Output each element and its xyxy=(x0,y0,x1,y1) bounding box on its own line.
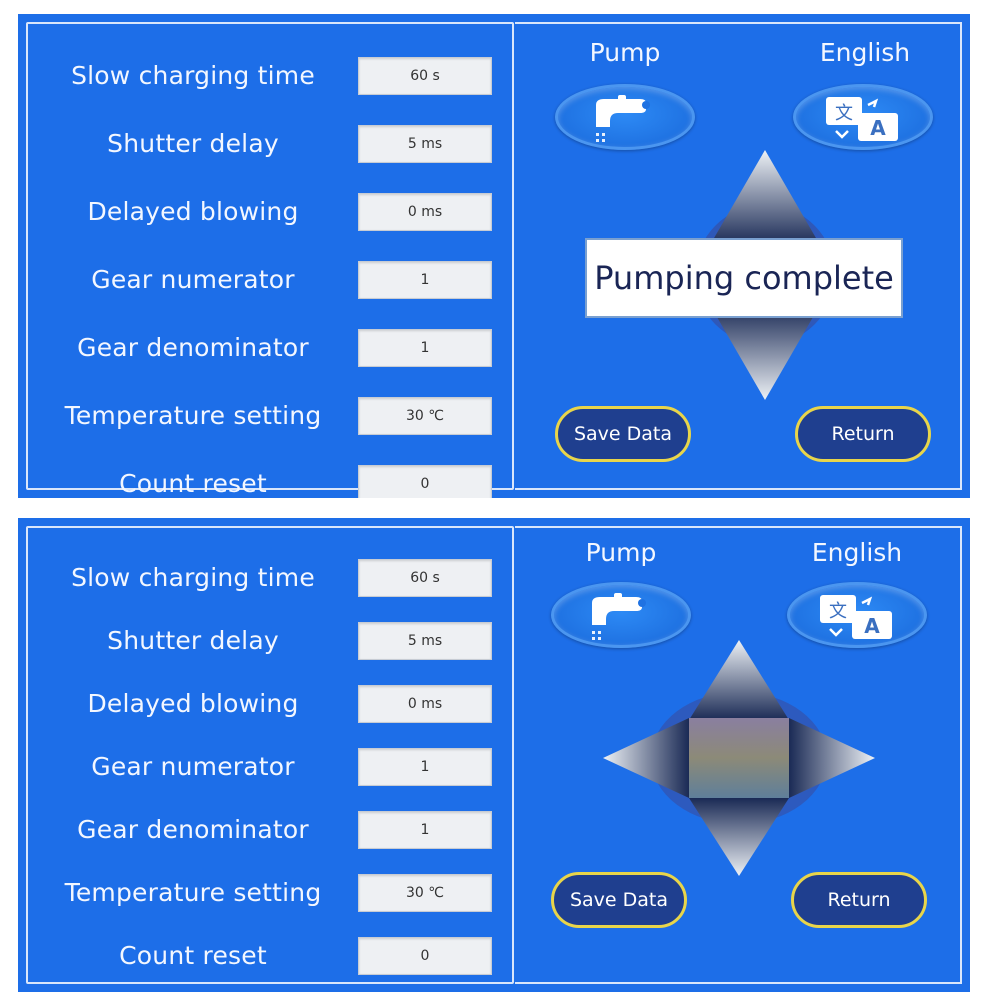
param-row-gear-denominator: Gear denominator 1 xyxy=(28,810,514,850)
param-value-field[interactable]: 0 xyxy=(358,937,492,975)
save-data-button[interactable]: Save Data xyxy=(551,872,687,928)
param-value-field[interactable]: 1 xyxy=(358,329,492,367)
svg-text:文: 文 xyxy=(835,103,853,124)
hmi-screen: Slow charging time 60 s Shutter delay 5 … xyxy=(18,518,970,992)
param-value-field[interactable]: 5 ms xyxy=(358,622,492,660)
pump-label: Pump xyxy=(585,538,657,567)
param-row-shutter-delay: Shutter delay 5 ms xyxy=(28,124,514,164)
param-value-field[interactable]: 1 xyxy=(358,748,492,786)
svg-text:文: 文 xyxy=(829,601,847,622)
param-value-field[interactable]: 60 s xyxy=(358,559,492,597)
return-button[interactable]: Return xyxy=(795,406,931,462)
translate-icon: 文 A xyxy=(820,595,892,639)
param-label: Count reset xyxy=(119,941,267,970)
language-label: English xyxy=(819,38,911,67)
svg-text:A: A xyxy=(870,116,886,140)
param-row-count-reset: Count reset 0 xyxy=(28,464,514,498)
param-row-delayed-blowing: Delayed blowing 0 ms xyxy=(28,684,514,724)
param-row-gear-numerator: Gear numerator 1 xyxy=(28,747,514,787)
faucet-icon xyxy=(596,95,650,142)
param-value-field[interactable]: 30 ℃ xyxy=(358,397,492,435)
param-label: Delayed blowing xyxy=(87,689,299,718)
param-row-shutter-delay: Shutter delay 5 ms xyxy=(28,621,514,661)
param-label: Slow charging time xyxy=(71,563,315,592)
language-label: English xyxy=(811,538,903,567)
param-row-temperature-setting: Temperature setting 30 ℃ xyxy=(28,396,514,436)
param-row-gear-denominator: Gear denominator 1 xyxy=(28,328,514,368)
faucet-icon xyxy=(592,593,646,640)
language-button[interactable]: 文 A xyxy=(787,582,927,648)
param-value-field[interactable]: 30 ℃ xyxy=(358,874,492,912)
param-value-field[interactable]: 60 s xyxy=(358,57,492,95)
translate-icon: 文 A xyxy=(826,97,898,141)
hmi-screen-popup: Slow charging time 60 s Shutter delay 5 … xyxy=(18,14,970,498)
param-label: Delayed blowing xyxy=(87,197,299,226)
param-row-slow-charging-time: Slow charging time 60 s xyxy=(28,56,514,96)
parameter-panel: Slow charging time 60 s Shutter delay 5 … xyxy=(26,526,514,984)
param-label: Gear numerator xyxy=(91,752,295,781)
return-button[interactable]: Return xyxy=(791,872,927,928)
svg-text:A: A xyxy=(864,614,880,638)
param-label: Gear numerator xyxy=(91,265,295,294)
param-label: Temperature setting xyxy=(64,878,322,907)
param-value-field[interactable]: 0 ms xyxy=(358,685,492,723)
param-label: Shutter delay xyxy=(107,626,279,655)
param-row-temperature-setting: Temperature setting 30 ℃ xyxy=(28,873,514,913)
param-label: Gear denominator xyxy=(77,815,309,844)
param-label: Shutter delay xyxy=(107,129,279,158)
param-value-field[interactable]: 1 xyxy=(358,811,492,849)
param-label: Slow charging time xyxy=(71,61,315,90)
control-panel: Pump English 文 A xyxy=(515,22,962,490)
control-panel: Pump English 文 A xyxy=(515,526,962,984)
parameter-panel: Slow charging time 60 s Shutter delay 5 … xyxy=(26,22,514,498)
pump-label: Pump xyxy=(589,38,661,67)
pump-button[interactable] xyxy=(551,582,691,648)
param-label: Count reset xyxy=(119,469,267,498)
direction-pad-icon xyxy=(603,640,875,876)
param-label: Temperature setting xyxy=(64,401,322,430)
param-row-count-reset: Count reset 0 xyxy=(28,936,514,976)
param-row-delayed-blowing: Delayed blowing 0 ms xyxy=(28,192,514,232)
param-value-field[interactable]: 0 xyxy=(358,465,492,498)
param-value-field[interactable]: 1 xyxy=(358,261,492,299)
param-value-field[interactable]: 0 ms xyxy=(358,193,492,231)
param-row-slow-charging-time: Slow charging time 60 s xyxy=(28,558,514,598)
save-data-button[interactable]: Save Data xyxy=(555,406,691,462)
pumping-complete-message: Pumping complete xyxy=(585,238,903,318)
language-button[interactable]: 文 A xyxy=(793,84,933,150)
param-row-gear-numerator: Gear numerator 1 xyxy=(28,260,514,300)
param-label: Gear denominator xyxy=(77,333,309,362)
pump-button[interactable] xyxy=(555,84,695,150)
param-value-field[interactable]: 5 ms xyxy=(358,125,492,163)
